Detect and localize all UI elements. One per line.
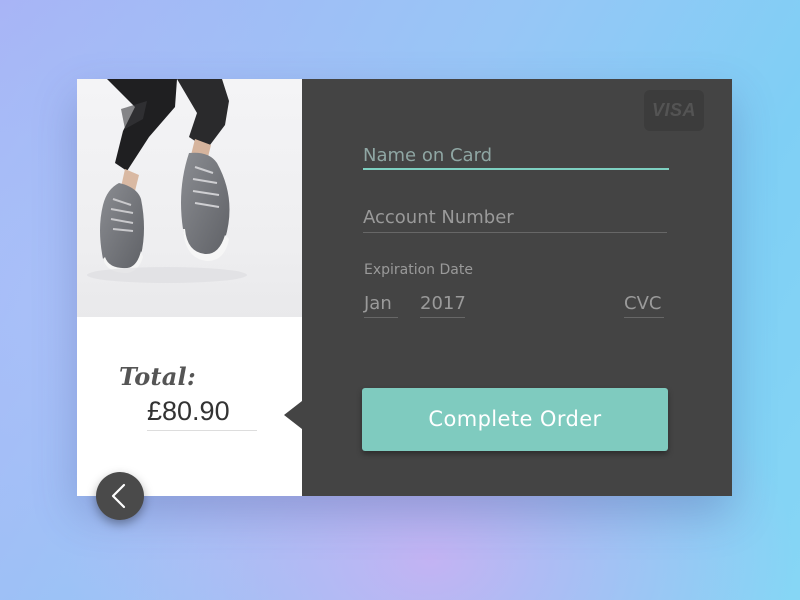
name-on-card-input[interactable]: Name on Card [363, 145, 669, 170]
chevron-left-icon [111, 483, 126, 509]
expiration-year-select[interactable]: 2017 [420, 293, 466, 318]
order-summary-panel: Total: £80.90 [77, 79, 302, 496]
payment-panel: VISA Name on Card Account Number Expirat… [284, 79, 732, 496]
back-button[interactable] [96, 472, 144, 520]
checkout-card: Total: £80.90 VISA Name on Card Account … [77, 79, 732, 496]
product-image [77, 79, 302, 317]
total-amount: £80.90 [147, 396, 257, 431]
complete-order-button[interactable]: Complete Order [362, 388, 668, 451]
cvc-input[interactable]: CVC [624, 293, 664, 318]
sneaker-illustration [87, 79, 247, 283]
expiration-date-label: Expiration Date [364, 262, 473, 278]
account-number-input[interactable]: Account Number [363, 207, 667, 233]
visa-icon: VISA [644, 90, 704, 131]
panel-pointer [284, 401, 302, 429]
total-label: Total: [119, 362, 196, 391]
expiration-month-select[interactable]: Jan [364, 293, 398, 318]
